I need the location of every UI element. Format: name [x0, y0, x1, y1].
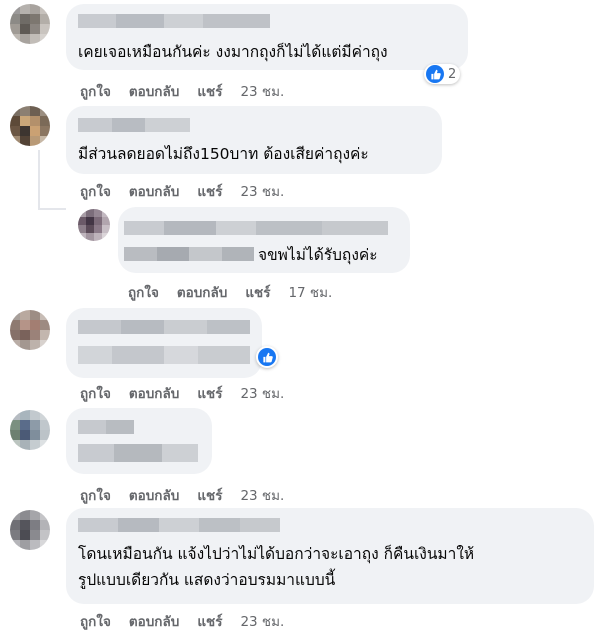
share-link[interactable]: แชร์	[245, 281, 270, 303]
like-icon	[426, 65, 444, 83]
comment-actions: ถูกใจ ตอบกลับ แชร์ 23 ชม.	[80, 484, 284, 506]
comment-text: เคยเจอเหมือนกันค่ะ งงมากถุงก็ไม่ได้แต่มี…	[78, 43, 388, 61]
timestamp[interactable]: 23 ชม.	[240, 610, 284, 630]
share-link[interactable]: แชร์	[197, 610, 222, 630]
comment-text-line2: รูปแบบเดียวกัน แสดงว่าอบรมมาแบบนี้	[78, 571, 336, 589]
author-name-blurred[interactable]	[78, 14, 270, 28]
like-link[interactable]: ถูกใจ	[80, 80, 111, 102]
timestamp[interactable]: 23 ชม.	[240, 484, 284, 506]
timestamp[interactable]: 23 ชม.	[240, 80, 284, 102]
avatar[interactable]	[10, 410, 50, 450]
author-name-blurred[interactable]	[124, 221, 388, 235]
reply-link[interactable]: ตอบกลับ	[129, 484, 179, 506]
comment-actions: ถูกใจ ตอบกลับ แชร์ 23 ชม.	[80, 610, 284, 630]
comment-text: จขพไม่ได้รับถุงค่ะ	[258, 246, 378, 264]
share-link[interactable]: แชร์	[197, 80, 222, 102]
comment-bubble	[66, 408, 212, 474]
timestamp[interactable]: 23 ชม.	[240, 180, 284, 202]
reaction-count: 2	[448, 66, 457, 82]
comment-text: มีส่วนลดยอดไม่ถึง150บาท ต้องเสียค่าถุงค่…	[78, 145, 369, 163]
author-name-blurred[interactable]	[78, 518, 280, 532]
share-link[interactable]: แชร์	[197, 484, 222, 506]
comment-text-line1: โดนเหมือนกัน แจ้งไปว่าไม่ได้บอกว่าจะเอาถ…	[78, 545, 475, 563]
like-link[interactable]: ถูกใจ	[80, 484, 111, 506]
reaction-badge[interactable]	[256, 346, 278, 368]
comment-5: ถูกใจ ตอบกลับ แชร์ 23 ชม.	[0, 404, 600, 504]
comment-actions: ถูกใจ ตอบกลับ แชร์ 23 ชม.	[80, 80, 284, 102]
comment-2: มีส่วนลดยอดไม่ถึง150บาท ต้องเสียค่าถุงค่…	[0, 104, 600, 204]
comment-1: เคยเจอเหมือนกันค่ะ งงมากถุงก็ไม่ได้แต่มี…	[0, 0, 600, 100]
reply-link[interactable]: ตอบกลับ	[129, 80, 179, 102]
reply-link[interactable]: ตอบกลับ	[129, 180, 179, 202]
comment-bubble	[66, 308, 262, 378]
timestamp[interactable]: 17 ชม.	[288, 281, 332, 303]
comment-6: โดนเหมือนกัน แจ้งไปว่าไม่ได้บอกว่าจะเอาถ…	[0, 506, 600, 630]
author-name-blurred[interactable]	[78, 118, 190, 132]
comment-3-reply: จขพไม่ได้รับถุงค่ะ ถูกใจ ตอบกลับ แชร์ 17…	[0, 205, 600, 305]
like-link[interactable]: ถูกใจ	[80, 610, 111, 630]
author-name-blurred[interactable]	[78, 420, 134, 434]
comment-4: ถูกใจ ตอบกลับ แชร์ 23 ชม.	[0, 304, 600, 404]
timestamp[interactable]: 23 ชม.	[240, 382, 284, 404]
author-name-blurred[interactable]	[78, 320, 250, 334]
comment-actions: ถูกใจ ตอบกลับ แชร์ 17 ชม.	[128, 281, 332, 303]
comment-actions: ถูกใจ ตอบกลับ แชร์ 23 ชม.	[80, 382, 284, 404]
reply-link[interactable]: ตอบกลับ	[129, 382, 179, 404]
avatar[interactable]	[10, 4, 50, 44]
comment-text-blurred	[78, 444, 198, 462]
avatar[interactable]	[10, 106, 50, 146]
reply-link[interactable]: ตอบกลับ	[129, 610, 179, 630]
avatar[interactable]	[78, 209, 110, 241]
comment-text-blurred	[78, 346, 250, 364]
share-link[interactable]: แชร์	[197, 382, 222, 404]
avatar[interactable]	[10, 310, 50, 350]
comment-actions: ถูกใจ ตอบกลับ แชร์ 23 ชม.	[80, 180, 284, 202]
like-link[interactable]: ถูกใจ	[128, 281, 159, 303]
like-icon	[258, 348, 276, 366]
like-link[interactable]: ถูกใจ	[80, 180, 111, 202]
reaction-badge[interactable]: 2	[424, 64, 461, 84]
like-link[interactable]: ถูกใจ	[80, 382, 111, 404]
reply-link[interactable]: ตอบกลับ	[177, 281, 227, 303]
share-link[interactable]: แชร์	[197, 180, 222, 202]
avatar[interactable]	[10, 510, 50, 550]
mention-blurred[interactable]	[124, 247, 254, 261]
